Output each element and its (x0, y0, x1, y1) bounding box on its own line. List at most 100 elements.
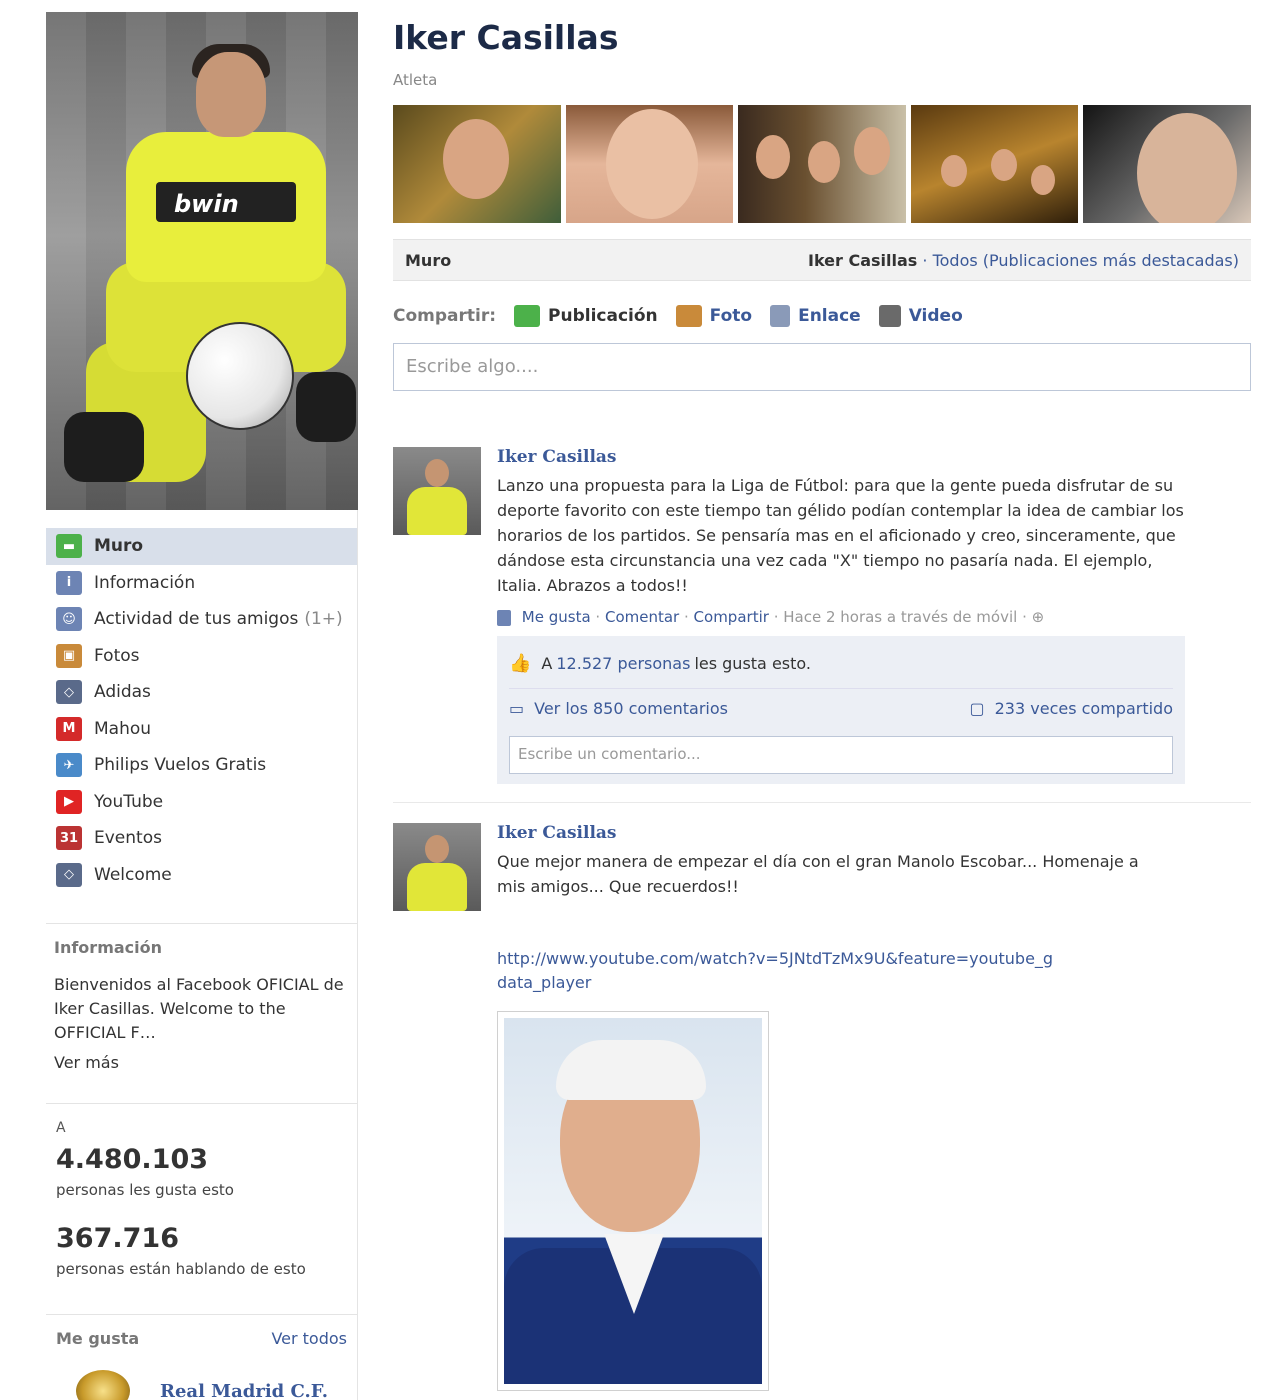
comment-link[interactable]: Comentar (605, 608, 679, 626)
nav-item-adidas[interactable]: ◇ Adidas (46, 674, 357, 711)
profile-picture[interactable]: bwin (46, 12, 358, 510)
info-section: Información Bienvenidos al Facebook OFIC… (46, 923, 357, 1089)
photo-strip (393, 105, 1251, 223)
nav-item-label: Adidas (94, 682, 151, 703)
post-timestamp[interactable]: Hace 2 horas a través de móvil (783, 608, 1017, 626)
likes-suffix: les gusta esto. (694, 653, 811, 673)
video-thumbnail[interactable] (497, 1011, 769, 1391)
share-option-label: Foto (709, 306, 753, 326)
share-count-icon: ▢ (969, 699, 985, 718)
page-nav: ▬ Muro i Información ☺ Actividad de tus … (46, 528, 357, 893)
stats-prefix: A (56, 1120, 66, 1136)
thumbs-up-icon: 👍 (509, 652, 532, 674)
liked-page-name[interactable]: Real Madrid C.F. (160, 1381, 328, 1400)
share-option-label: Enlace (798, 306, 861, 326)
nav-item-label: Philips Vuelos Gratis (94, 755, 267, 776)
nav-item-label: YouTube (94, 791, 164, 812)
likes-pages-title: Me gusta (56, 1329, 140, 1348)
likes-people-link[interactable]: 12.527 personas (556, 654, 690, 673)
real-madrid-crest-icon (76, 1370, 130, 1400)
wall-icon: ▬ (56, 534, 82, 559)
nav-item-label: Fotos (94, 645, 140, 666)
post-author[interactable]: Iker Casillas (497, 447, 1187, 467)
comment-input[interactable]: Escribe un comentario... (509, 736, 1173, 774)
likes-label: personas les gusta esto (56, 1181, 234, 1199)
share-link-button[interactable]: Enlace (770, 305, 861, 327)
nav-item-informacion[interactable]: i Información (46, 565, 357, 602)
share-status-button[interactable]: Publicación (514, 305, 658, 327)
nav-item-mahou[interactable]: M Mahou (46, 711, 357, 748)
link-icon (770, 305, 791, 327)
share-link[interactable]: Compartir (694, 608, 769, 626)
post-text: Que mejor manera de empezar el día con e… (497, 852, 1139, 896)
mahou-icon: M (56, 716, 82, 741)
likes-prefix: A (541, 653, 553, 673)
nav-item-eventos[interactable]: 31 Eventos (46, 820, 357, 857)
liked-page-item[interactable]: Real Madrid C.F. (46, 1370, 357, 1400)
share-video-button[interactable]: Video (878, 305, 963, 327)
wall-tab[interactable]: Muro (405, 251, 451, 270)
photo-thumbnail[interactable] (738, 105, 906, 223)
photos-icon: ▣ (56, 643, 82, 668)
wall-filter-bar: Muro Iker Casillas · Todos (Publicacione… (393, 239, 1251, 281)
feed-post: Iker Casillas Que mejor manera de empeza… (393, 802, 1251, 1391)
nav-item-badge: (1+) (304, 609, 343, 630)
nav-item-actividad[interactable]: ☺ Actividad de tus amigos (1+) (46, 601, 357, 638)
view-comments-label: Ver los 850 comentarios (534, 699, 728, 718)
shares-link[interactable]: ▢ 233 veces compartido (970, 699, 1174, 718)
youtube-link[interactable]: http://www.youtube.com/watch?v=5JNtdTzMx… (497, 947, 1057, 995)
photo-icon (675, 305, 702, 327)
nav-item-label: Actividad de tus amigos (94, 609, 299, 630)
avatar[interactable] (393, 823, 481, 911)
info-title: Información (54, 938, 163, 957)
like-icon (497, 609, 511, 626)
friends-icon: ☺ (56, 607, 82, 632)
nav-item-fotos[interactable]: ▣ Fotos (46, 638, 357, 675)
page-category: Atleta (393, 71, 438, 89)
comments-row: ▭ Ver los 850 comentarios ▢ 233 veces comp… (509, 688, 1173, 728)
avatar[interactable] (393, 447, 481, 535)
share-label: Compartir: (393, 306, 497, 326)
philips-icon: ✈ (56, 753, 82, 778)
status-composer-input[interactable]: Escribe algo.... (393, 343, 1251, 391)
like-link[interactable]: Me gusta (522, 608, 591, 626)
see-more-link[interactable]: Ver más (54, 1051, 349, 1075)
likes-count: 4.480.103 (56, 1144, 209, 1175)
likes-summary: 👍 A 12.527 personas les gusta esto. (509, 646, 1173, 680)
nav-item-label: Eventos (94, 828, 162, 849)
wall-owner-name[interactable]: Iker Casillas (808, 251, 917, 270)
post-author[interactable]: Iker Casillas (497, 823, 1187, 843)
nav-item-welcome[interactable]: ◇ Welcome (46, 857, 357, 894)
share-option-label: Publicación (548, 306, 658, 326)
shares-label: 233 veces compartido (994, 699, 1173, 718)
adidas-icon: ◇ (56, 680, 82, 705)
talking-count: 367.716 (56, 1223, 179, 1254)
info-icon: i (56, 570, 82, 595)
talking-label: personas están hablando de esto (56, 1260, 306, 1278)
nav-item-label: Welcome (94, 864, 172, 885)
info-text: Bienvenidos al Facebook OFICIAL de Iker … (54, 975, 344, 1042)
view-comments-link[interactable]: ▭ Ver los 850 comentarios (509, 699, 728, 718)
photo-thumbnail[interactable] (393, 105, 561, 223)
likes-pages-header: Me gusta Ver todos (46, 1314, 357, 1362)
share-bar: Compartir: Publicación Foto Enlace Video (393, 305, 1251, 327)
calendar-icon: 31 (56, 826, 82, 851)
nav-item-label: Mahou (94, 718, 152, 739)
photo-thumbnail[interactable] (910, 105, 1079, 223)
photo-thumbnail[interactable] (1083, 105, 1251, 223)
share-photo-button[interactable]: Foto (675, 305, 753, 327)
stats-section: A 4.480.103 personas les gusta esto 367.… (46, 1103, 357, 1294)
nav-item-youtube[interactable]: ▶ YouTube (46, 784, 357, 821)
left-column: bwin ▬ Muro i Información ☺ Actividad de… (46, 12, 358, 1400)
feed-post: Iker Casillas Lanzo una propuesta para l… (393, 447, 1251, 784)
main-column: Iker Casillas Atleta Muro Iker Casillas … (393, 0, 1251, 1391)
nav-item-muro[interactable]: ▬ Muro (46, 528, 357, 565)
nav-item-philips[interactable]: ✈ Philips Vuelos Gratis (46, 747, 357, 784)
globe-icon: ⊕ (1031, 608, 1045, 626)
video-icon (878, 305, 901, 327)
photo-thumbnail[interactable] (565, 105, 734, 223)
see-all-link[interactable]: Ver todos (271, 1329, 347, 1348)
share-option-label: Video (908, 306, 963, 326)
wall-filter-link[interactable]: · Todos (Publicaciones más destacadas) (922, 251, 1239, 270)
page-title: Iker Casillas (393, 18, 619, 57)
